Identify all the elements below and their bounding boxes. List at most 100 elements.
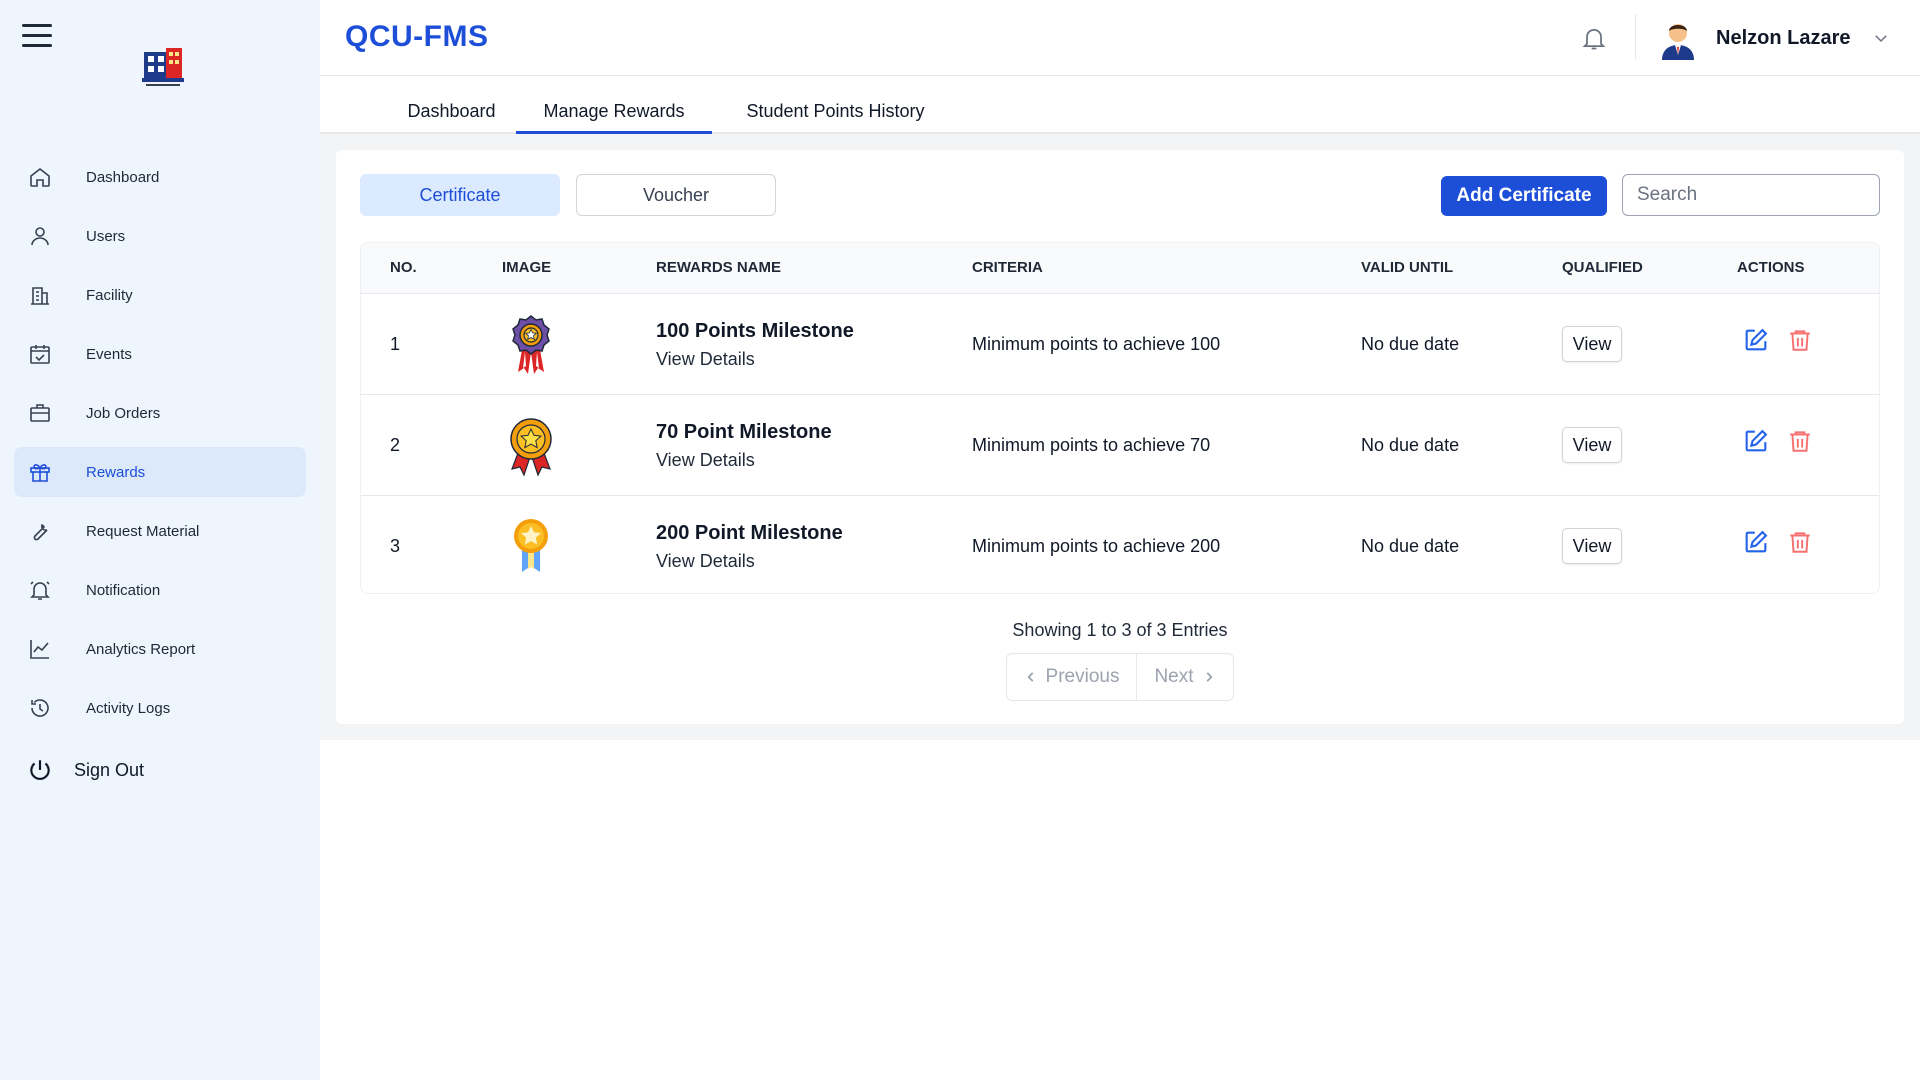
sidebar-item-notification[interactable]: Notification (14, 565, 306, 615)
sidebar-item-dashboard[interactable]: Dashboard (14, 152, 306, 202)
sidebar-item-label: Facility (86, 286, 133, 304)
sign-out-button[interactable]: Sign Out (26, 756, 144, 784)
previous-label: Previous (1045, 666, 1120, 687)
reward-name: 100 Points Milestone (656, 320, 854, 342)
tab-student-points-history[interactable]: Student Points History (723, 76, 948, 134)
view-details-link[interactable]: View Details (656, 450, 832, 471)
chart-line-icon (26, 635, 54, 663)
row-number: 3 (390, 536, 401, 556)
power-icon (26, 756, 54, 784)
sidebar-item-events[interactable]: Events (14, 329, 306, 379)
column-header-qualified: QUALIFIED (1562, 259, 1643, 276)
table-row: 3 200 Point Milestone View Details Minim… (361, 495, 1879, 593)
edit-icon[interactable] (1742, 427, 1770, 455)
sidebar-item-rewards[interactable]: Rewards (14, 447, 306, 497)
reward-name-cell: 70 Point Milestone View Details (656, 421, 832, 471)
valid-until-text: No due date (1361, 435, 1460, 455)
table-row: 1 100 Points Milestone View Details Mini… (361, 293, 1879, 394)
sidebar-item-label: Events (86, 345, 132, 363)
view-details-link[interactable]: View Details (656, 349, 854, 370)
sidebar-item-label: Notification (86, 581, 161, 599)
view-details-link[interactable]: View Details (656, 551, 843, 572)
purple-rosette-medal-icon (506, 314, 556, 376)
reward-name-cell: 200 Point Milestone View Details (656, 522, 843, 572)
column-header-rewards-name: REWARDS NAME (656, 259, 782, 276)
valid-until-text: No due date (1361, 334, 1460, 354)
delete-icon[interactable] (1787, 326, 1813, 354)
sidebar-item-job-orders[interactable]: Job Orders (14, 388, 306, 438)
sidebar-item-label: Activity Logs (86, 699, 171, 717)
sidebar-item-users[interactable]: Users (14, 211, 306, 261)
user-name: Nelzon Lazare (1716, 26, 1851, 49)
criteria-text: Minimum points to achieve 200 (972, 536, 1221, 556)
criteria-text: Minimum points to achieve 70 (972, 435, 1211, 455)
sidebar-item-label: Rewards (86, 463, 146, 481)
sidebar-item-request-material[interactable]: Request Material (14, 506, 306, 556)
avatar (1658, 16, 1698, 60)
user-menu[interactable]: Nelzon Lazare (1658, 16, 1890, 60)
sidebar-item-label: Analytics Report (86, 640, 196, 658)
row-number: 1 (390, 334, 401, 354)
sign-out-label: Sign Out (74, 759, 145, 780)
tab-manage-rewards[interactable]: Manage Rewards (516, 76, 712, 134)
delete-icon[interactable] (1787, 427, 1813, 455)
sidebar-item-label: Users (86, 227, 126, 245)
reward-name: 70 Point Milestone (656, 421, 832, 443)
sidebar-item-analytics-report[interactable]: Analytics Report (14, 624, 306, 674)
column-header-image: IMAGE (502, 259, 552, 276)
notification-bell-icon[interactable] (1580, 24, 1608, 52)
bell-icon (26, 576, 54, 604)
add-certificate-button[interactable]: Add Certificate (1441, 176, 1607, 216)
table-header: NO. IMAGE REWARDS NAME CRITERIA VALID UN… (361, 243, 1879, 293)
menu-toggle-icon[interactable] (22, 24, 52, 50)
gold-star-ribbon-medal-icon (506, 516, 556, 578)
qualified-view-button[interactable]: View (1562, 326, 1622, 362)
sidebar: Dashboard Users Facility Events Job Orde… (0, 0, 320, 1080)
previous-page-button[interactable]: Previous (1007, 654, 1137, 700)
chevron-left-icon (1024, 670, 1038, 684)
certificate-toggle-button[interactable]: Certificate (360, 174, 560, 216)
tab-bar: Dashboard Manage Rewards Student Points … (320, 76, 1920, 134)
tab-dashboard[interactable]: Dashboard (390, 76, 513, 134)
row-number: 2 (390, 435, 401, 455)
edit-icon[interactable] (1742, 326, 1770, 354)
gift-icon (26, 458, 54, 486)
next-page-button[interactable]: Next (1137, 654, 1233, 700)
sidebar-item-facility[interactable]: Facility (14, 270, 306, 320)
briefcase-icon (26, 399, 54, 427)
criteria-text: Minimum points to achieve 100 (972, 334, 1221, 354)
delete-icon[interactable] (1787, 528, 1813, 556)
column-header-criteria: CRITERIA (972, 259, 1043, 276)
header-divider (1635, 14, 1636, 60)
chevron-right-icon (1202, 670, 1216, 684)
app-title: QCU-FMS (345, 20, 489, 53)
sidebar-item-label: Job Orders (86, 404, 161, 422)
edit-icon[interactable] (1742, 528, 1770, 556)
qualified-view-button[interactable]: View (1562, 528, 1622, 564)
column-header-actions: ACTIONS (1737, 259, 1805, 276)
app-logo (138, 44, 188, 90)
sidebar-item-label: Dashboard (86, 168, 160, 186)
calendar-check-icon (26, 340, 54, 368)
table-row: 2 70 Point Milestone View Details Minimu… (361, 394, 1879, 495)
search-input[interactable] (1622, 174, 1880, 216)
user-icon (26, 222, 54, 250)
history-icon (26, 694, 54, 722)
column-header-no: NO. (390, 259, 417, 276)
qualified-view-button[interactable]: View (1562, 427, 1622, 463)
home-icon (26, 163, 54, 191)
valid-until-text: No due date (1361, 536, 1460, 556)
top-header: QCU-FMS Nelzon Lazare (320, 0, 1920, 76)
column-header-valid-until: VALID UNTIL (1361, 259, 1454, 276)
pagination: Previous Next (1006, 653, 1234, 701)
next-label: Next (1154, 666, 1194, 687)
chevron-down-icon (1872, 29, 1890, 47)
sidebar-nav: Dashboard Users Facility Events Job Orde… (14, 152, 306, 742)
sidebar-item-label: Request Material (86, 522, 200, 540)
voucher-toggle-button[interactable]: Voucher (576, 174, 776, 216)
sidebar-item-activity-logs[interactable]: Activity Logs (14, 683, 306, 733)
reward-name: 200 Point Milestone (656, 522, 843, 544)
wrench-icon (26, 517, 54, 545)
pagination-summary: Showing 1 to 3 of 3 Entries (1012, 620, 1228, 640)
gold-red-rosette-medal-icon (506, 415, 556, 477)
